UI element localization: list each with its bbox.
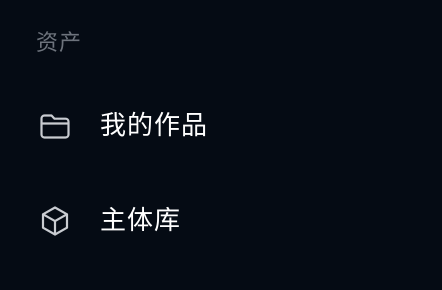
- sidebar-item-subject-library[interactable]: 主体库: [0, 191, 442, 251]
- folder-icon: [38, 109, 72, 143]
- sidebar-item-label: 主体库: [100, 206, 182, 236]
- section-label-assets: 资产: [36, 31, 83, 56]
- sidebar-item-label: 我的作品: [100, 111, 209, 141]
- sidebar-item-my-works[interactable]: 我的作品: [0, 96, 442, 156]
- cube-icon: [38, 204, 72, 238]
